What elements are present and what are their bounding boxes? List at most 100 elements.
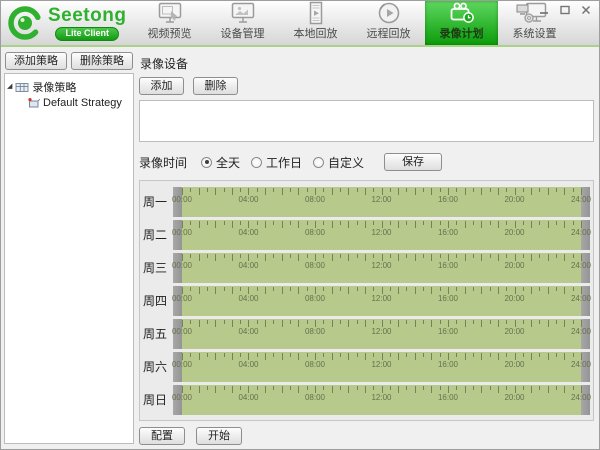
tick [265,187,267,195]
nav-item-device-management[interactable]: 设备管理 [206,1,279,45]
timeline-bar[interactable]: 00:00 04:00 08:00 12:00 16:00 20:00 24:00 [172,252,591,283]
delete-strategy-button[interactable]: 删除策略 [71,52,133,70]
tick [406,385,408,390]
tick [497,385,499,393]
radio-icon[interactable] [313,156,325,168]
tick [398,286,400,294]
device-list[interactable] [139,100,594,142]
timeline-selected-range[interactable]: 00:00 04:00 08:00 12:00 16:00 20:00 24:00 [172,318,591,349]
add-strategy-button[interactable]: 添加策略 [5,52,67,70]
tick [339,352,341,357]
time-label: 24:00 [570,260,592,270]
close-button[interactable] [579,4,592,15]
tick [398,187,400,195]
tick [497,319,499,327]
nav-item-video-preview[interactable]: 视频预览 [133,1,206,45]
tree-node-recording-strategy[interactable]: ◢ 录像策略 [7,78,131,96]
record-time-option-2[interactable]: 自定义 [313,154,364,171]
timeline-bar[interactable]: 00:00 04:00 08:00 12:00 16:00 20:00 24:00 [172,285,591,316]
time-label: 12:00 [371,260,392,270]
tick [539,385,541,390]
minimize-button[interactable] [537,4,550,15]
record-time-option-1[interactable]: 工作日 [251,154,302,171]
tick [348,187,350,195]
tick [256,253,258,258]
schedule-panel: 周一 00:00 04:00 08:00 12:00 16:00 20:00 24:00 周二 0… [139,180,594,421]
tick [364,286,366,294]
save-button[interactable]: 保存 [384,153,443,171]
tick [456,385,458,390]
nav-item-local-playback[interactable]: 本地回放 [279,1,352,45]
config-button[interactable]: 配置 [139,427,185,445]
timeline-selected-range[interactable]: 00:00 04:00 08:00 12:00 16:00 20:00 24:00 [172,186,591,217]
tick [281,385,283,393]
timeline-selected-range[interactable]: 00:00 04:00 08:00 12:00 16:00 20:00 24:00 [172,219,591,250]
tick [206,385,208,390]
nav-item-remote-playback[interactable]: 远程回放 [352,1,425,45]
tick [373,220,375,225]
delete-device-button[interactable]: 删除 [193,77,238,95]
tick [223,187,225,192]
record-time-option-0[interactable]: 全天 [201,154,240,171]
tick [281,253,283,261]
timeline-selected-range[interactable]: 00:00 04:00 08:00 12:00 16:00 20:00 24:00 [172,384,591,415]
tick [265,319,267,327]
timeline-bar[interactable]: 00:00 04:00 08:00 12:00 16:00 20:00 24:00 [172,219,591,250]
tick [314,220,316,228]
tick [481,220,483,228]
tick [290,253,292,258]
add-device-button[interactable]: 添加 [139,77,184,95]
timeline-selected-range[interactable]: 00:00 04:00 08:00 12:00 16:00 20:00 24:00 [172,351,591,382]
radio-label: 全天 [216,155,241,170]
nav-item-record-plan[interactable]: 录像计划 [425,1,498,45]
time-label: 16:00 [437,293,458,303]
tick [381,352,383,360]
tree-expand-icon[interactable]: ◢ [7,82,12,90]
tick [539,319,541,324]
tick [182,286,183,294]
tick [348,253,350,261]
timeline-selected-range[interactable]: 00:00 04:00 08:00 12:00 16:00 20:00 24:00 [172,252,591,283]
tick [182,352,183,360]
tick [431,286,433,294]
tick [406,187,408,192]
day-label: 周六 [143,360,168,374]
tick [581,187,582,195]
tick [265,385,267,393]
tick [506,385,508,390]
time-label: 08:00 [304,326,325,336]
time-label: 04:00 [238,392,259,402]
tick [298,187,300,195]
tick [198,319,200,327]
maximize-button[interactable] [558,4,571,15]
tick [182,187,183,195]
pin-button[interactable] [516,4,529,15]
tick [314,352,316,360]
time-label: 04:00 [238,194,259,204]
tick [182,319,183,327]
timeline-bar[interactable]: 00:00 04:00 08:00 12:00 16:00 20:00 24:00 [172,384,591,415]
timeline-bar[interactable]: 00:00 04:00 08:00 12:00 16:00 20:00 24:00 [172,186,591,217]
tick [281,352,283,360]
tick [364,253,366,261]
nav-items: 视频预览 设备管理 本地回放 远程回放 录像计划 系统设置 [133,1,571,45]
tick [439,352,441,357]
tick [489,220,491,225]
tick [547,352,549,360]
time-label: 20:00 [504,392,525,402]
timeline-selected-range[interactable]: 00:00 04:00 08:00 12:00 16:00 20:00 24:00 [172,285,591,316]
radio-icon[interactable] [201,156,213,168]
schedule-row: 周二 00:00 04:00 08:00 12:00 16:00 20:00 24:00 [143,219,591,250]
local-playback-icon [303,1,329,25]
tree-node-default-strategy[interactable]: Default Strategy [27,96,131,110]
tick [248,187,250,195]
time-label: 24:00 [570,194,592,204]
time-label: 16:00 [437,194,458,204]
radio-icon[interactable] [251,156,263,168]
timeline-bar[interactable]: 00:00 04:00 08:00 12:00 16:00 20:00 24:00 [172,351,591,382]
tick [398,319,400,327]
app-window: Seetong Lite Client 视频预览 设备管理 本地回放 远程回放 录像计划… [0,0,600,450]
start-button[interactable]: 开始 [196,427,242,445]
timeline-bar[interactable]: 00:00 04:00 08:00 12:00 16:00 20:00 24:00 [172,318,591,349]
tick [447,319,449,327]
